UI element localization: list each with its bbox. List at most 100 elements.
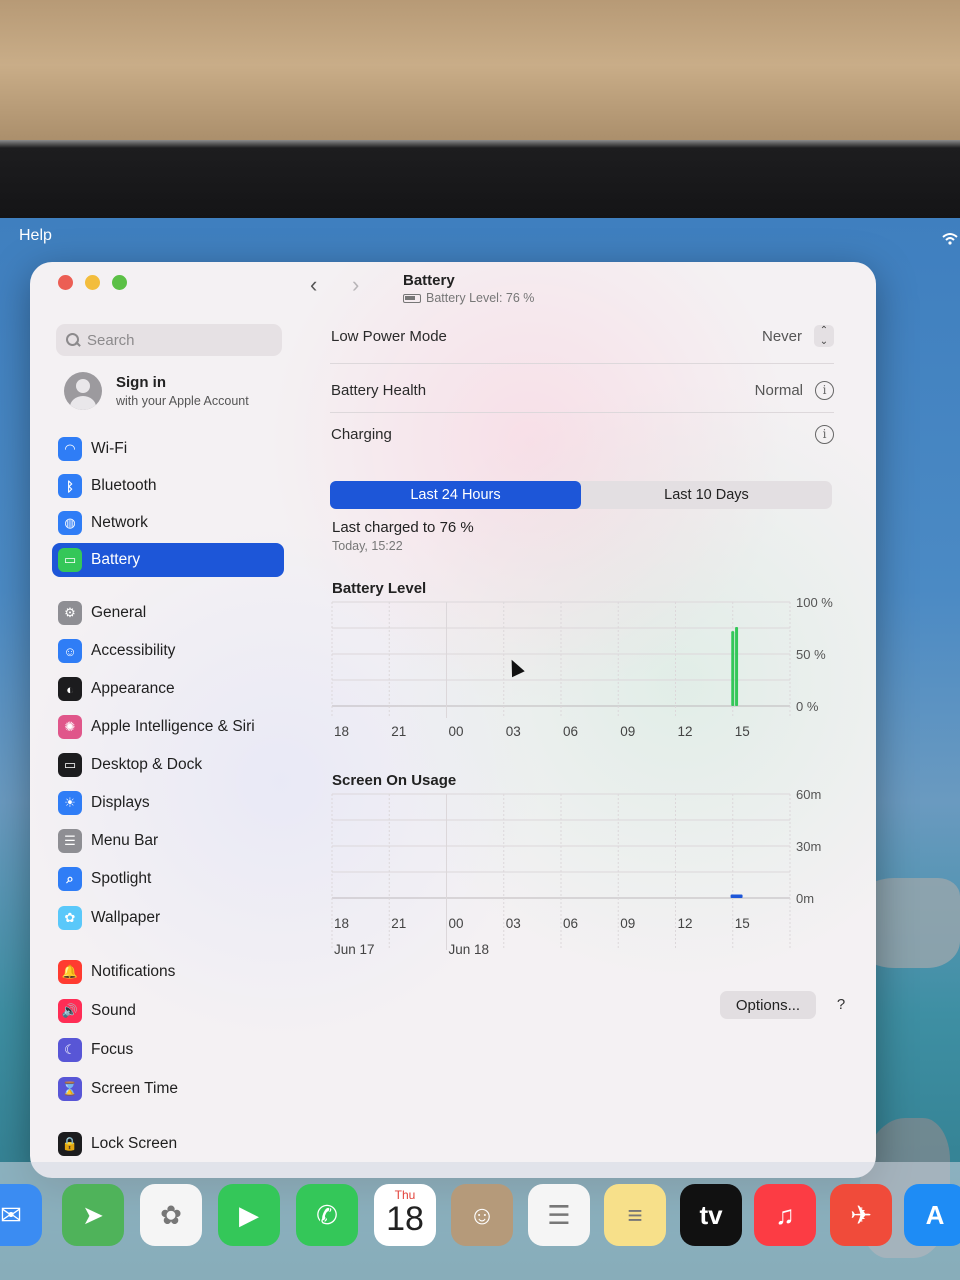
x-tick-label: 06 [563, 916, 578, 931]
sidebar-item-displays[interactable]: ☀ Displays [52, 786, 284, 820]
x-tick-label: 00 [449, 724, 464, 739]
sidebar-item-label: Menu Bar [91, 832, 159, 849]
x-tick-label: 06 [563, 724, 578, 739]
zoom-button[interactable] [112, 275, 127, 290]
sidebar-item-screen-time[interactable]: ⌛ Screen Time [52, 1072, 284, 1106]
sidebar-item-label: Wi-Fi [91, 440, 128, 457]
appearance-icon: ◐ [58, 677, 82, 701]
sidebar-item-spotlight[interactable]: ⌕ Spotlight [52, 862, 284, 896]
x-tick-label: 21 [391, 724, 406, 739]
sidebar-item-label: Desktop & Dock [91, 756, 203, 773]
sidebar-item-bluetooth[interactable]: ᛒ Bluetooth [52, 469, 284, 503]
notes-icon[interactable]: ≡ [604, 1184, 666, 1246]
charging-label: Charging [331, 425, 392, 443]
minimize-button[interactable] [85, 275, 100, 290]
x-tick-label: 09 [620, 916, 635, 931]
health-info-icon[interactable]: i [815, 380, 834, 400]
tab-last-24-hours[interactable]: Last 24 Hours [330, 481, 581, 509]
sidebar-item-notifications[interactable]: 🔔 Notifications [52, 955, 284, 989]
siri-icon: ✺ [58, 715, 82, 739]
options-button[interactable]: Options... [720, 991, 816, 1019]
hourglass-icon: ⌛ [58, 1077, 82, 1101]
sidebar-item-apple-intelligence-siri[interactable]: ✺ Apple Intelligence & Siri [52, 710, 284, 744]
sidebar-item-label: Battery [91, 551, 141, 568]
accessibility-icon: ☺ [58, 639, 82, 663]
charging-row: Charging i [328, 412, 834, 456]
facetime-icon[interactable]: ▶ [218, 1184, 280, 1246]
page-title: Battery [403, 272, 455, 289]
y-tick-label: 60m [796, 790, 821, 802]
avatar [64, 372, 102, 410]
sidebar-item-wallpaper[interactable]: ✿ Wallpaper [52, 901, 284, 935]
laptop-bezel [0, 140, 960, 333]
launchpad-icon[interactable]: ✈ [830, 1184, 892, 1246]
low-power-popup[interactable]: Never ⌃ ⌄ [762, 325, 834, 347]
mail-icon[interactable]: ✉ [0, 1184, 42, 1246]
y-tick-label: 30m [796, 839, 821, 854]
appstore-icon[interactable]: A [904, 1184, 960, 1246]
sidebar-item-label: Focus [91, 1041, 134, 1058]
x-tick-label: 03 [506, 916, 521, 931]
bluetooth-icon: ᛒ [58, 474, 82, 498]
sidebar-item-label: Apple Intelligence & Siri [91, 718, 255, 735]
sidebar-item-focus[interactable]: ☾ Focus [52, 1033, 284, 1067]
contacts-icon[interactable]: ☺ [451, 1184, 513, 1246]
last-charged-text: Last charged to 76 % [332, 519, 474, 536]
screen: Help Search Sign in with your Apple Acco… [0, 218, 960, 1280]
music-icon[interactable]: ♫ [754, 1184, 816, 1246]
sidebar-item-battery[interactable]: ▭ Battery [52, 543, 284, 577]
phone-icon[interactable]: ✆ [296, 1184, 358, 1246]
sidebar-item-network[interactable]: ◍ Network [52, 506, 284, 540]
x-tick-label: 18 [334, 916, 349, 931]
help-button[interactable]: ? [828, 991, 854, 1017]
photos-icon[interactable]: ✿ [140, 1184, 202, 1246]
low-power-value: Never [761, 327, 802, 345]
close-button[interactable] [58, 275, 73, 290]
chart-bar [735, 626, 739, 706]
tv-icon[interactable]: tv [680, 1184, 742, 1246]
sidebar-item-label: Displays [91, 794, 150, 811]
battery-small-icon [403, 293, 421, 303]
page-subtitle: Battery Level: 76 % [403, 291, 534, 305]
menubar-icon: ☰ [58, 829, 82, 853]
x-tick-label: 09 [620, 724, 635, 739]
moon-icon: ☾ [58, 1038, 82, 1062]
sidebar-item-appearance[interactable]: ◐ Appearance [52, 672, 284, 706]
search-input[interactable]: Search [56, 324, 282, 356]
low-power-label: Low Power Mode [331, 327, 447, 345]
calendar-icon[interactable]: Thu 18 [374, 1184, 436, 1246]
y-tick-label: 100 % [796, 598, 833, 610]
sidebar-item-sound[interactable]: 🔊 Sound [52, 994, 284, 1028]
popup-stepper-icon: ⌃ ⌄ [814, 325, 834, 347]
sidebar-item-wi-fi[interactable]: ◠ Wi-Fi [52, 432, 284, 466]
maps-icon[interactable]: ➤ [62, 1184, 124, 1246]
lock-icon: 🔒 [58, 1132, 82, 1156]
wifi-icon: ◠ [58, 437, 82, 461]
sidebar-item-general[interactable]: ⚙ General [52, 596, 284, 630]
sidebar-item-label: Lock Screen [91, 1135, 178, 1152]
sidebar-item-desktop-dock[interactable]: ▭ Desktop & Dock [52, 748, 284, 782]
sun-icon: ☀ [58, 791, 82, 815]
sidebar-item-menu-bar[interactable]: ☰ Menu Bar [52, 824, 284, 858]
y-tick-label: 50 % [796, 647, 826, 662]
history-nav: ‹ › [310, 274, 372, 296]
sidebar-item-lock-screen[interactable]: 🔒 Lock Screen [52, 1127, 284, 1161]
dock-icon: ▭ [58, 753, 82, 777]
sidebar-item-label: Screen Time [91, 1080, 179, 1097]
sidebar-item-label: General [91, 604, 147, 621]
sidebar-item-label: Wallpaper [91, 909, 161, 926]
forward-arrow-icon[interactable]: › [352, 274, 372, 296]
x-tick-label: 18 [334, 724, 349, 739]
magnifier-icon: ⌕ [58, 867, 82, 891]
back-arrow-icon[interactable]: ‹ [310, 274, 330, 296]
account-name: Sign in [116, 374, 166, 391]
reminders-icon[interactable]: ☰ [528, 1184, 590, 1246]
menubar-wifi-icon[interactable] [942, 232, 958, 246]
charging-info-icon[interactable]: i [815, 424, 834, 444]
range-segmented-control: Last 24 Hours Last 10 Days [330, 481, 832, 509]
menu-help[interactable]: Help [19, 227, 52, 245]
low-power-mode-row: Low Power Mode Never ⌃ ⌄ [328, 314, 834, 358]
account-signin[interactable]: Sign in with your Apple Account [64, 372, 249, 410]
tab-last-10-days[interactable]: Last 10 Days [581, 481, 832, 509]
sidebar-item-accessibility[interactable]: ☺ Accessibility [52, 634, 284, 668]
